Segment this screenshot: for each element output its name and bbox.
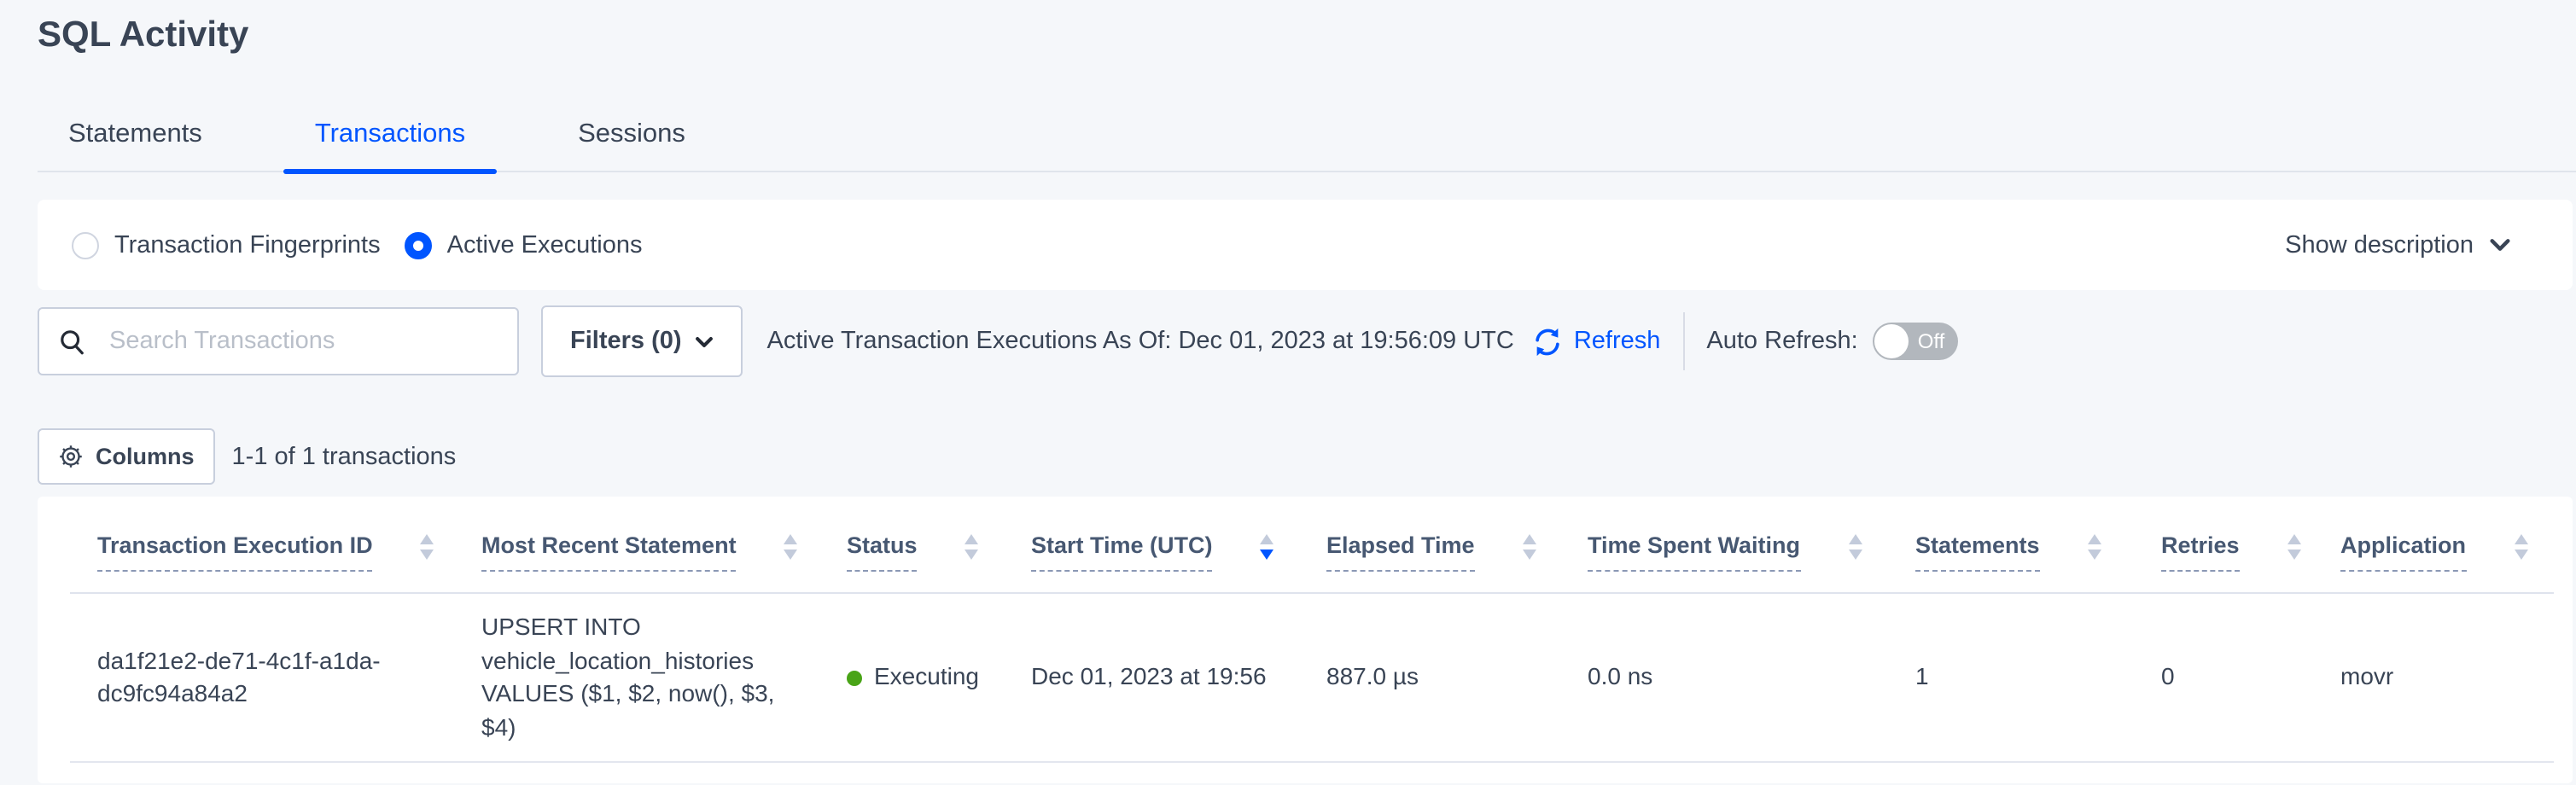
radio-active-executions[interactable]: Active Executions (405, 231, 643, 259)
show-description-button[interactable]: Show description (2285, 231, 2511, 259)
sql-activity-page: SQL Activity Statements Transactions Ses… (0, 0, 2576, 785)
column-header-time-spent-waiting[interactable]: Time Spent Waiting (1560, 497, 1888, 593)
tab-transactions[interactable]: Transactions (284, 119, 496, 171)
column-header-transaction-execution-id[interactable]: Transaction Execution ID (70, 497, 454, 593)
chevron-down-icon (696, 332, 714, 351)
results-count: 1-1 of 1 transactions (232, 443, 457, 470)
columns-button-label: Columns (96, 444, 195, 469)
page-title: SQL Activity (38, 14, 2576, 58)
sort-icon (1523, 534, 1536, 560)
auto-refresh-toggle[interactable]: Off (1874, 323, 1959, 360)
filters-button[interactable]: Filters (0) (541, 305, 743, 377)
radio-transaction-fingerprints[interactable]: Transaction Fingerprints (72, 231, 381, 259)
refresh-label: Refresh (1574, 328, 1661, 355)
view-mode-card: Transaction Fingerprints Active Executio… (38, 200, 2573, 290)
toggle-knob (1875, 324, 1909, 358)
cell-elapsed-time: 887.0 µs (1299, 593, 1560, 762)
vertical-divider (1682, 312, 1684, 370)
refresh-icon (1531, 325, 1564, 358)
columns-button[interactable]: Columns (38, 428, 215, 485)
sort-icon (2288, 534, 2301, 560)
column-header-retries[interactable]: Retries (2134, 497, 2313, 593)
column-header-most-recent-statement[interactable]: Most Recent Statement (454, 497, 819, 593)
cell-start-time: Dec 01, 2023 at 19:56 (1004, 593, 1299, 762)
radio-selected-icon[interactable] (405, 231, 432, 259)
radio-active-executions-label: Active Executions (447, 231, 643, 259)
list-controls-row: Columns 1-1 of 1 transactions (38, 428, 2573, 485)
search-icon (60, 329, 85, 354)
radio-unselected-icon[interactable] (72, 231, 99, 259)
transactions-table-card: Transaction Execution ID Most Recent Sta… (38, 497, 2573, 783)
column-header-application[interactable]: Application (2313, 497, 2554, 593)
transactions-table: Transaction Execution ID Most Recent Sta… (70, 497, 2554, 763)
column-header-elapsed-time[interactable]: Elapsed Time (1299, 497, 1560, 593)
cell-retries: 0 (2134, 593, 2313, 762)
sort-icon (421, 534, 434, 560)
tab-statements[interactable]: Statements (38, 119, 233, 171)
auto-refresh-label: Auto Refresh: (1706, 328, 1857, 355)
cell-time-spent-waiting: 0.0 ns (1560, 593, 1888, 762)
search-input[interactable] (106, 326, 497, 357)
refresh-button[interactable]: Refresh (1531, 325, 1661, 358)
column-header-statements[interactable]: Statements (1888, 497, 2134, 593)
cell-transaction-execution-id[interactable]: da1f21e2-de71-4c1f-a1da-dc9fc94a84a2 (70, 593, 454, 762)
table-row: da1f21e2-de71-4c1f-a1da-dc9fc94a84a2 UPS… (70, 593, 2554, 762)
column-header-start-time[interactable]: Start Time (UTC) (1004, 497, 1299, 593)
cell-most-recent-statement[interactable]: UPSERT INTO vehicle_location_histories V… (454, 593, 819, 762)
table-header-row: Transaction Execution ID Most Recent Sta… (70, 497, 2554, 593)
cell-status: Executing (819, 593, 1004, 762)
search-box[interactable] (38, 307, 519, 375)
status-label: Executing (874, 661, 979, 695)
show-description-label: Show description (2285, 231, 2474, 259)
cell-application: movr (2313, 593, 2554, 762)
sort-icon (2088, 534, 2101, 560)
column-header-status[interactable]: Status (819, 497, 1004, 593)
sort-icon-descending-active (1261, 534, 1274, 560)
executing-status-dot (847, 670, 862, 685)
filters-label: Filters (0) (570, 328, 682, 355)
radio-transaction-fingerprints-label: Transaction Fingerprints (114, 231, 381, 259)
toggle-state-label: Off (1918, 329, 1945, 353)
as-of-timestamp: Active Transaction Executions As Of: Dec… (767, 328, 1514, 355)
tab-bar: Statements Transactions Sessions (38, 119, 2576, 172)
tab-sessions[interactable]: Sessions (547, 119, 716, 171)
cell-statements: 1 (1888, 593, 2134, 762)
controls-row: Filters (0) Active Transaction Execution… (38, 307, 2573, 375)
sort-icon (965, 534, 979, 560)
gear-icon (58, 444, 84, 469)
sort-icon (1848, 534, 1862, 560)
chevron-down-icon (2489, 234, 2511, 256)
sort-icon (2514, 534, 2527, 560)
sort-icon (784, 534, 798, 560)
